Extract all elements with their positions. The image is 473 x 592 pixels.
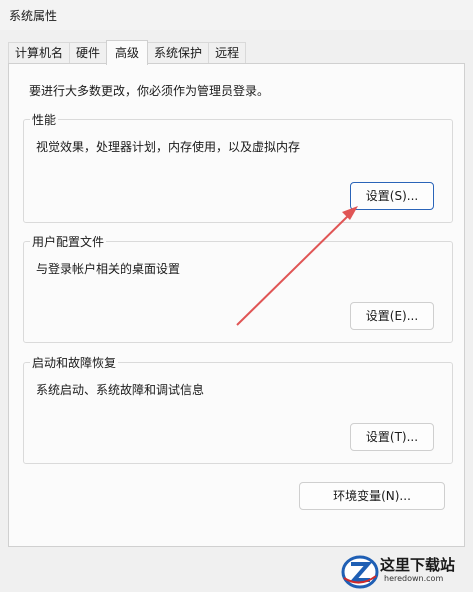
user-profiles-description: 与登录帐户相关的桌面设置 [36, 262, 181, 276]
admin-note: 要进行大多数更改，你必须作为管理员登录。 [29, 84, 270, 98]
window-title: 系统属性 [9, 9, 58, 23]
tab-remote[interactable]: 远程 [208, 42, 247, 64]
user-profiles-settings-button[interactable]: 设置(E)... [350, 302, 434, 330]
advanced-tab-panel: 要进行大多数更改，你必须作为管理员登录。 性能 视觉效果，处理器计划，内存使用，… [8, 63, 465, 547]
watermark-name: 这里下载站 [380, 556, 456, 574]
title-bar: 系统属性 [0, 0, 473, 30]
watermark-url: heredown.com [384, 574, 444, 583]
user-profiles-group: 用户配置文件 与登录帐户相关的桌面设置 设置(E)... [23, 233, 453, 343]
tab-strip: 计算机名 硬件 高级 系统保护 远程 [8, 40, 247, 65]
performance-description: 视觉效果，处理器计划，内存使用，以及虚拟内存 [36, 140, 301, 154]
performance-settings-button[interactable]: 设置(S)... [350, 182, 434, 210]
performance-group-title: 性能 [30, 111, 59, 128]
tab-advanced[interactable]: 高级 [106, 40, 149, 65]
startup-recovery-description: 系统启动、系统故障和调试信息 [36, 383, 205, 397]
performance-group: 性能 视觉效果，处理器计划，内存使用，以及虚拟内存 设置(S)... [23, 111, 453, 223]
startup-recovery-settings-button[interactable]: 设置(T)... [350, 423, 434, 451]
watermark-z-icon [341, 555, 379, 589]
startup-recovery-group: 启动和故障恢复 系统启动、系统故障和调试信息 设置(T)... [23, 354, 453, 464]
watermark-logo: 这里下载站 heredown.com [340, 552, 470, 590]
startup-recovery-group-title: 启动和故障恢复 [30, 354, 119, 371]
tab-hardware[interactable]: 硬件 [69, 42, 108, 64]
tab-computer-name[interactable]: 计算机名 [8, 42, 71, 64]
environment-variables-button[interactable]: 环境变量(N)... [299, 482, 445, 510]
tab-system-protection[interactable]: 系统保护 [147, 42, 210, 64]
user-profiles-group-title: 用户配置文件 [30, 233, 107, 250]
